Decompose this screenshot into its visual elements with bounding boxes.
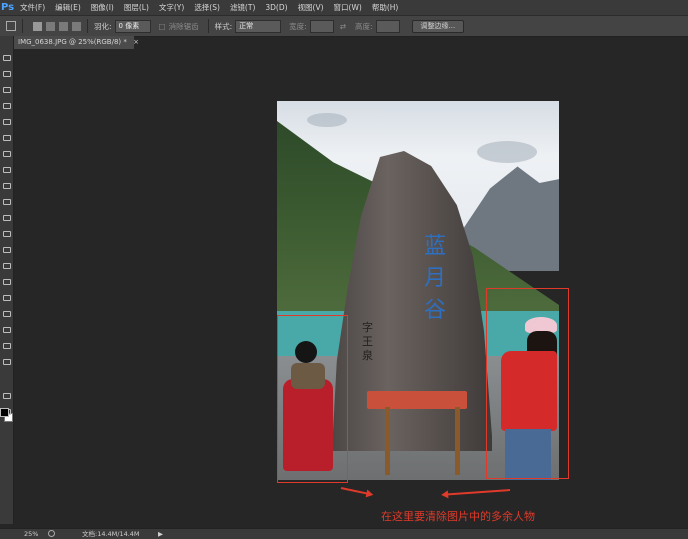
photo-cloud — [477, 141, 537, 163]
brush-tool-icon[interactable] — [2, 166, 11, 173]
rock-inscription: 蓝月谷 — [423, 234, 446, 323]
rock-small-inscription: 字王泉 — [362, 321, 373, 362]
menu-select[interactable]: 选择(S) — [189, 2, 225, 13]
marquee-tool-icon[interactable] — [6, 21, 16, 31]
height-input[interactable] — [375, 19, 400, 33]
photoshop-logo: Ps — [1, 2, 15, 13]
antialias-label: 消除锯齿 — [168, 21, 199, 31]
gradient-tool-icon[interactable] — [2, 230, 11, 237]
menu-bar: Ps 文件(F) 编辑(E) 图像(I) 图层(L) 文字(Y) 选择(S) 滤… — [0, 0, 688, 15]
menu-3d[interactable]: 3D(D) — [260, 3, 292, 12]
width-label: 宽度: — [289, 21, 307, 31]
move-tool-icon[interactable] — [2, 54, 11, 61]
feather-label: 羽化: — [94, 21, 112, 31]
feather-input[interactable]: 0 像素 — [114, 19, 151, 33]
status-icon[interactable] — [48, 530, 55, 537]
subtract-selection-icon[interactable] — [59, 21, 68, 31]
history-brush-tool-icon[interactable] — [2, 198, 11, 205]
annotation-arrow-right — [340, 487, 369, 495]
clone-stamp-tool-icon[interactable] — [2, 182, 11, 189]
quick-mask-icon[interactable] — [2, 392, 11, 399]
eraser-tool-icon[interactable] — [2, 214, 11, 221]
add-selection-icon[interactable] — [46, 21, 55, 31]
menu-window[interactable]: 窗口(W) — [329, 2, 367, 13]
width-input[interactable] — [309, 19, 334, 33]
pen-tool-icon[interactable] — [2, 278, 11, 285]
style-label: 样式: — [214, 21, 233, 31]
shape-tool-icon[interactable] — [2, 326, 11, 333]
new-selection-icon[interactable] — [33, 21, 42, 31]
menu-edit[interactable]: 编辑(E) — [50, 2, 86, 13]
status-bar: 25% 文档:14.4M/14.4M ▶ — [0, 528, 688, 539]
refine-edge-button[interactable]: 调整边缘... — [411, 19, 465, 33]
crop-tool-icon[interactable] — [2, 118, 11, 125]
document-tab-title: IMG_0638.JPG @ 25%(RGB/8) * — [18, 38, 127, 46]
healing-brush-tool-icon[interactable] — [2, 150, 11, 157]
annotation-arrow-left — [446, 489, 511, 496]
intersect-selection-icon[interactable] — [72, 21, 81, 31]
menu-view[interactable]: 视图(V) — [293, 2, 329, 13]
highlight-box-right — [486, 288, 569, 479]
menu-file[interactable]: 文件(F) — [15, 2, 50, 13]
hand-tool-icon[interactable] — [2, 342, 11, 349]
swap-icon[interactable]: ⇄ — [340, 22, 346, 31]
quick-select-tool-icon[interactable] — [2, 102, 11, 109]
annotation-text: 在这里要清除图片中的多余人物 — [381, 510, 535, 523]
eyedropper-tool-icon[interactable] — [2, 134, 11, 141]
options-bar: 羽化: 0 像素 □ 消除锯齿 样式: 正常 宽度: ⇄ 高度: 调整边缘... — [0, 15, 688, 37]
photo-cloud — [307, 113, 347, 127]
photo-table — [367, 391, 467, 409]
height-label: 高度: — [354, 21, 373, 31]
toolbox — [0, 36, 14, 524]
divider — [207, 19, 209, 33]
blur-tool-icon[interactable] — [2, 246, 11, 253]
zoom-tool-icon[interactable] — [2, 358, 11, 365]
foreground-color-swatch[interactable] — [0, 408, 9, 417]
photo-table-leg — [385, 407, 390, 475]
path-select-tool-icon[interactable] — [2, 310, 11, 317]
menu-type[interactable]: 文字(Y) — [154, 2, 189, 13]
divider — [22, 19, 23, 33]
dodge-tool-icon[interactable] — [2, 262, 11, 269]
menu-help[interactable]: 帮助(H) — [367, 2, 404, 13]
marquee-tool-icon[interactable] — [2, 70, 11, 77]
type-tool-icon[interactable] — [2, 294, 11, 301]
menu-filter[interactable]: 滤镜(T) — [225, 2, 260, 13]
menu-layer[interactable]: 图层(L) — [119, 2, 154, 13]
lasso-tool-icon[interactable] — [2, 86, 11, 93]
style-select[interactable]: 正常 — [235, 19, 282, 33]
photo-table-leg — [455, 407, 460, 475]
antialias-checkbox[interactable]: □ — [159, 22, 166, 31]
close-icon[interactable]: × — [133, 38, 139, 46]
highlight-box-left — [277, 315, 348, 483]
menu-image[interactable]: 图像(I) — [86, 2, 119, 13]
document-tab[interactable]: IMG_0638.JPG @ 25%(RGB/8) * × — [14, 36, 139, 49]
divider — [87, 19, 88, 33]
